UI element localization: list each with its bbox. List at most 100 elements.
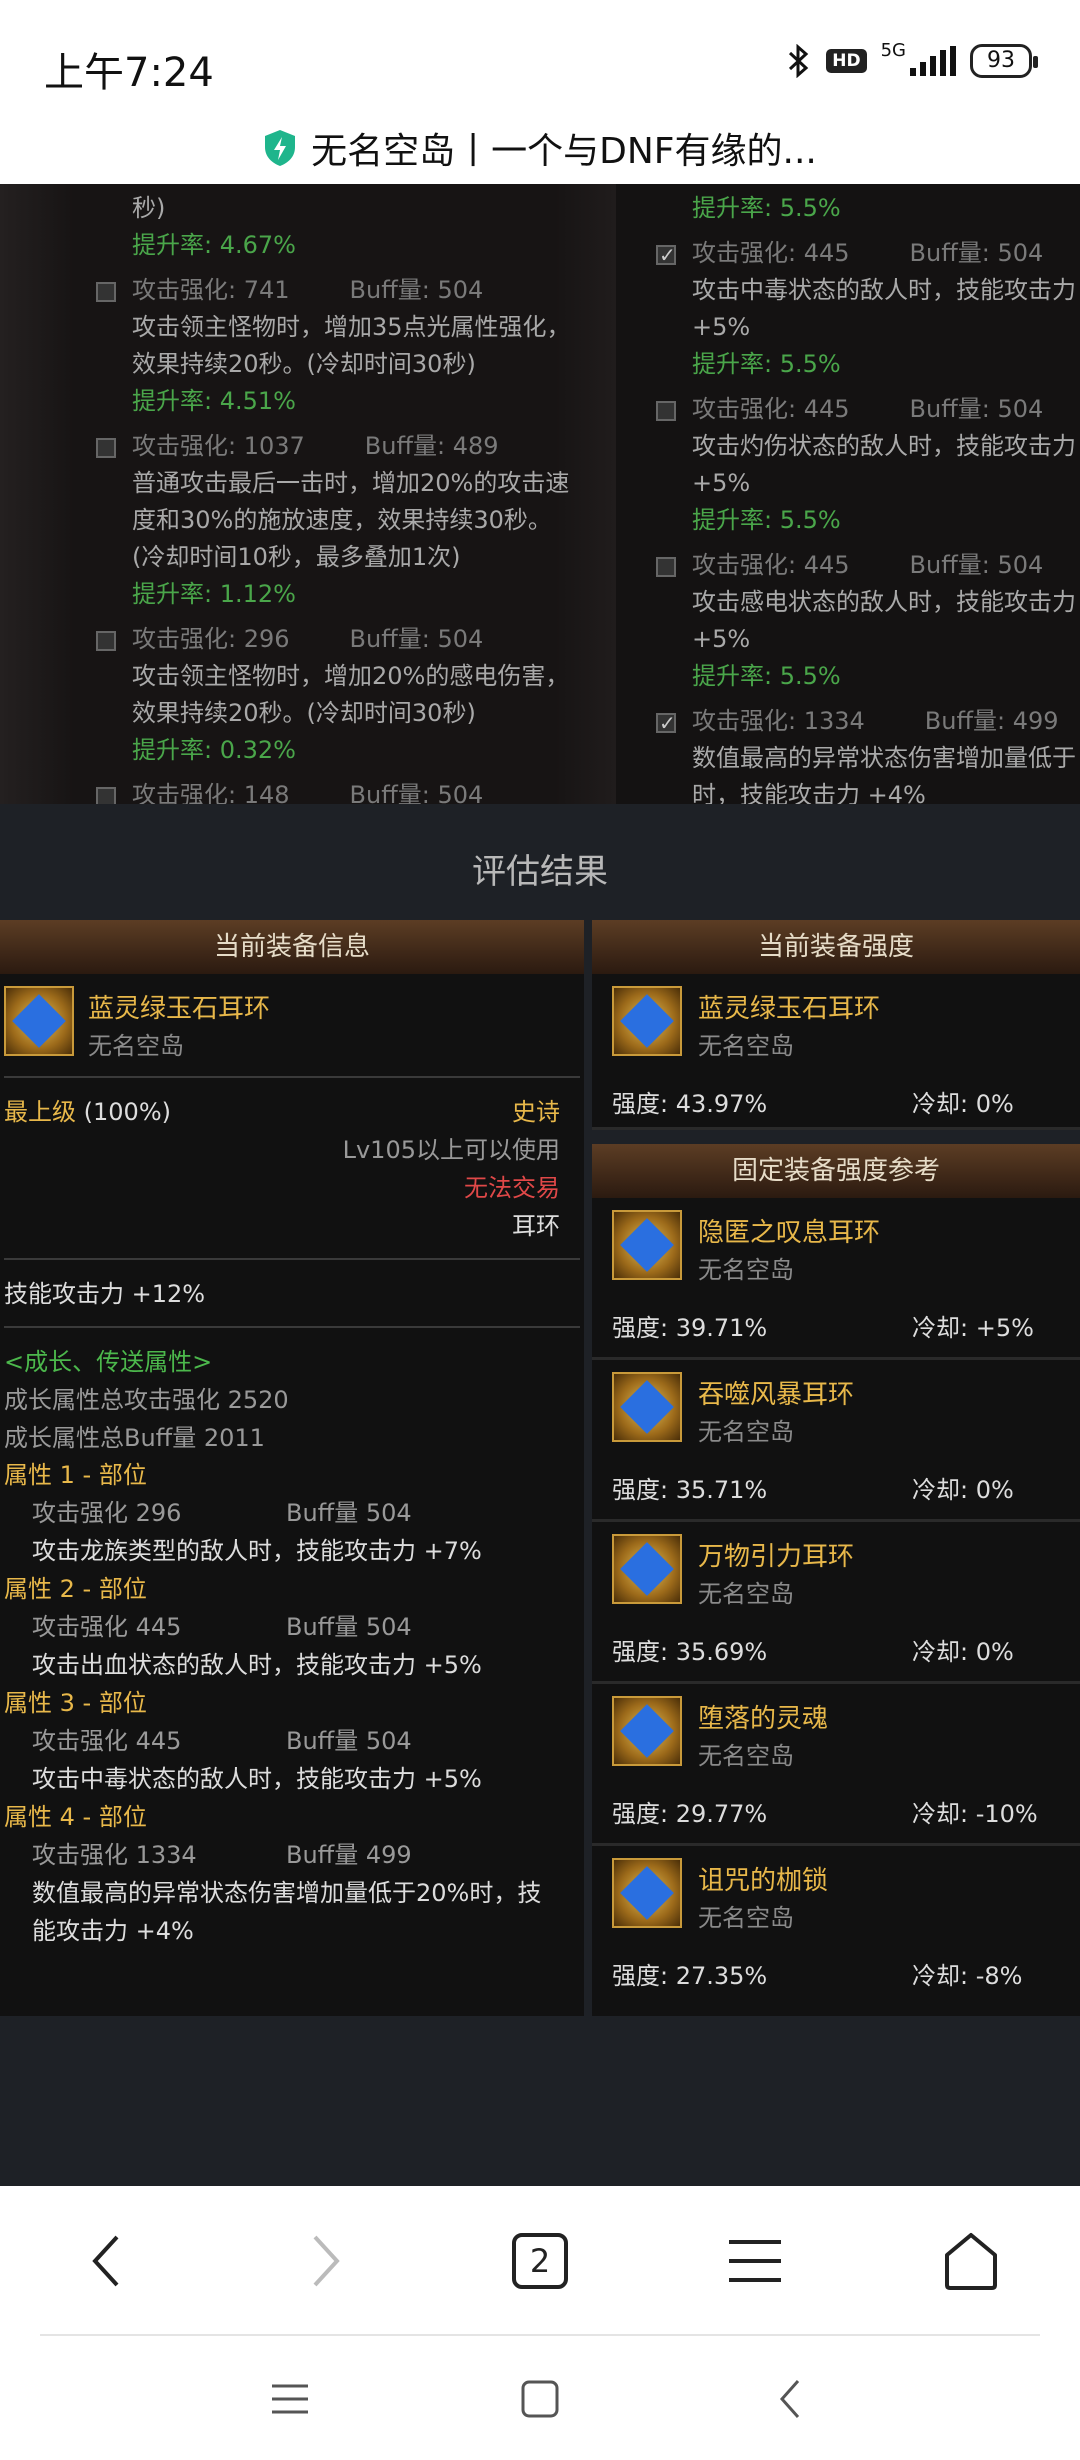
forward-button[interactable] [290, 2226, 360, 2296]
eval-title: 评估结果 [472, 852, 608, 892]
back-button[interactable] [72, 2226, 142, 2296]
growth-title: <成长、传送属性> [4, 1348, 213, 1376]
item-source: 无名空岛 [698, 1418, 794, 1446]
cooldown-value: 冷却: 0% [912, 1476, 1014, 1504]
tabs-button[interactable]: 2 [505, 2226, 575, 2296]
affix-buff: Buff量: 504 [349, 781, 484, 804]
affix-item: 攻击强化: 148 Buff量: 504 [96, 777, 596, 804]
evaluation-section: 评估结果 当前装备信息 蓝灵绿玉石耳环 无名空岛 最上级 (100%) 史诗 L… [0, 804, 1080, 2186]
affix-stat: 攻击强化: 445 [692, 551, 850, 579]
affix-checkbox[interactable] [656, 557, 676, 577]
affix-stat: 攻击强化: 445 [692, 395, 850, 423]
affix-desc: 度和30%的施放速度，效果持续30秒。 [132, 506, 552, 534]
affix-rate: 提升率: 5.5% [692, 350, 841, 378]
affix-desc: 时，技能攻击力 +4% [692, 781, 926, 804]
strength-stats: 强度: 29.77% 冷却: -10% [612, 1794, 1052, 1829]
growth-atk-row: 成长属性总攻击强化 2520 [0, 1380, 584, 1418]
recent-apps-button[interactable] [255, 2364, 325, 2434]
affix-buff: Buff量: 489 [364, 432, 499, 460]
level-row: Lv105以上可以使用 [0, 1130, 584, 1168]
strength-value: 强度: 35.69% [612, 1638, 768, 1666]
growth-buff: 成长属性总Buff量 2011 [4, 1424, 265, 1452]
reference-item-card[interactable]: 堕落的灵魂 无名空岛 强度: 29.77% 冷却: -10% [592, 1684, 1080, 1846]
affix-selection-area: 秒) 提升率: 4.67% 攻击强化: 741 Buff量: 504 攻击领主怪物… [0, 184, 1080, 804]
affix-item: 攻击强化: 741 Buff量: 504 攻击领主怪物时，增加35点光属性强化， … [96, 272, 596, 420]
trade-status: 无法交易 [464, 1174, 560, 1202]
browser-toolbar: 2 [0, 2186, 1080, 2334]
item-name: 万物引力耳环 [698, 1542, 855, 1572]
affix-list-right: 提升率: 5.5% 攻击强化: 445 Buff量: 504 攻击中毒状态的敌人时… [656, 190, 1080, 804]
affix-checkbox[interactable] [656, 401, 676, 421]
level-requirement: Lv105以上可以使用 [342, 1136, 560, 1164]
item-source: 无名空岛 [88, 1032, 184, 1060]
earring-icon [612, 1210, 682, 1280]
affix-checkbox[interactable] [96, 438, 116, 458]
affix-desc: 效果持续20秒。(冷却时间30秒) [132, 350, 476, 378]
affix-desc: 攻击领主怪物时，增加20%的感电伤害， [132, 662, 570, 690]
affix-rate: 提升率: 4.51% [132, 387, 296, 415]
item-name: 蓝灵绿玉石耳环 [88, 994, 271, 1024]
menu-icon [272, 2384, 308, 2414]
affix-list-left: 秒) 提升率: 4.67% 攻击强化: 741 Buff量: 504 攻击领主怪物… [96, 190, 596, 804]
current-equipment-info-panel: 当前装备信息 蓝灵绿玉石耳环 无名空岛 最上级 (100%) 史诗 Lv105以… [0, 920, 584, 2016]
strength-stats: 强度: 27.35% 冷却: -8% [612, 1956, 1052, 1991]
reference-item-card[interactable]: 万物引力耳环 无名空岛 强度: 35.69% 冷却: 0% [592, 1522, 1080, 1684]
earring-icon [4, 986, 74, 1056]
skill-attack: 技能攻击力 +12% [4, 1280, 206, 1308]
affix-desc: (冷却时间10秒，最多叠加1次) [132, 543, 461, 571]
affix-desc: 普通攻击最后一击时，增加20%的攻击速 [132, 469, 570, 497]
attr-stats: 攻击强化 1334 Buff量 499 [32, 1841, 412, 1869]
attr-title: 属性 3 - 部位 [4, 1689, 147, 1717]
strength-value: 强度: 39.71% [612, 1314, 768, 1342]
reference-item-card[interactable]: 诅咒的枷锁 无名空岛 强度: 27.35% 冷却: -8% [592, 1846, 1080, 2008]
affix-rate: 提升率: 5.5% [692, 194, 841, 222]
reference-item-card[interactable]: 吞噬风暴耳环 无名空岛 强度: 35.71% 冷却: 0% [592, 1360, 1080, 1522]
reference-item-card[interactable]: 隐匿之叹息耳环 无名空岛 强度: 39.71% 冷却: +5% [592, 1198, 1080, 1360]
attr-desc: 攻击出血状态的敌人时，技能攻击力 +5% [32, 1651, 482, 1679]
earring-icon [612, 1696, 682, 1766]
equipment-strength-panel: 当前装备强度 蓝灵绿玉石耳环 无名空岛 强度: 43.97% 冷却: 0% 固定… [592, 920, 1080, 2016]
affix-buff: Buff量: 504 [909, 551, 1044, 579]
shield-icon [265, 130, 296, 166]
strength-value: 强度: 27.35% [612, 1962, 768, 1990]
affix-desc: +5% [692, 313, 751, 341]
affix-checkbox[interactable] [96, 631, 116, 651]
affix-checkbox[interactable] [96, 282, 116, 302]
item-name: 堕落的灵魂 [698, 1704, 829, 1734]
earring-icon [612, 986, 682, 1056]
back-nav-button[interactable] [756, 2364, 826, 2434]
strength-value: 强度: 35.71% [612, 1476, 768, 1504]
cooldown-value: 冷却: +5% [912, 1314, 1034, 1342]
rarity: 史诗 [512, 1098, 560, 1126]
attr-stats: 攻击强化 445 Buff量 504 [32, 1613, 412, 1641]
chevron-right-icon [313, 2235, 340, 2287]
menu-button[interactable] [720, 2226, 790, 2296]
attr-desc: 数值最高的异常状态伤害增加量低于20%时，技能攻击力 +4% [32, 1879, 542, 1945]
growth-title-row: <成长、传送属性> [0, 1342, 584, 1380]
item-source: 无名空岛 [698, 1904, 794, 1932]
affix-stat: 攻击强化: 148 [132, 781, 290, 804]
battery-icon: 93 [970, 44, 1038, 78]
affix-checkbox[interactable] [96, 787, 116, 804]
affix-item: 攻击强化: 445 Buff量: 504 攻击感电状态的敌人时，技能攻击力 +5%… [656, 547, 1080, 695]
tab-count: 2 [529, 2242, 551, 2280]
square-icon [521, 2380, 559, 2418]
affix-desc: 攻击感电状态的敌人时，技能攻击力 [692, 588, 1076, 616]
affix-checkbox[interactable] [656, 705, 676, 742]
home-button[interactable] [936, 2226, 1006, 2296]
affix-checkbox[interactable] [656, 237, 676, 274]
item-source: 无名空岛 [698, 1742, 794, 1770]
network-type: 5G [880, 40, 906, 61]
affix-buff: Buff量: 504 [909, 239, 1044, 267]
current-strength-card[interactable]: 蓝灵绿玉石耳环 无名空岛 强度: 43.97% 冷却: 0% [592, 974, 1080, 1130]
affix-item: 秒) 提升率: 4.67% [96, 190, 596, 264]
url-bar[interactable]: 无名空岛丨一个与DNF有缘的... [0, 112, 1080, 184]
status-time: 上午7:24 [44, 50, 214, 96]
home-nav-button[interactable] [505, 2364, 575, 2434]
earring-icon [612, 1534, 682, 1604]
item-name: 吞噬风暴耳环 [698, 1380, 855, 1410]
affix-stat: 攻击强化: 1037 [132, 432, 305, 460]
strength-stats: 强度: 39.71% 冷却: +5% [612, 1308, 1052, 1343]
affix-desc: 攻击领主怪物时，增加35点光属性强化， [132, 313, 571, 341]
strength-value: 强度: 43.97% [612, 1090, 768, 1118]
